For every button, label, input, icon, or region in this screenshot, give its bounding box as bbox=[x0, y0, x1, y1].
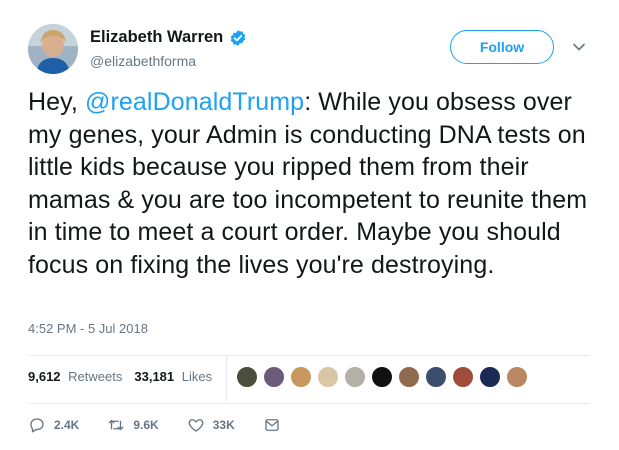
envelope-icon bbox=[265, 419, 279, 431]
liker-avatar[interactable] bbox=[236, 366, 258, 388]
likes-stat[interactable]: 33,181 Likes bbox=[134, 369, 212, 384]
liker-avatar[interactable] bbox=[452, 366, 474, 388]
verified-badge-icon bbox=[231, 29, 246, 46]
liker-avatar[interactable] bbox=[344, 366, 366, 388]
like-count: 33K bbox=[212, 418, 235, 432]
reply-count: 2.4K bbox=[54, 418, 80, 432]
liker-avatar[interactable] bbox=[398, 366, 420, 388]
follow-button[interactable]: Follow bbox=[450, 30, 554, 64]
engagement-stats: 9,612 Retweets 33,181 Likes bbox=[28, 369, 224, 384]
author-name[interactable]: Elizabeth Warren bbox=[90, 28, 223, 47]
heart-icon bbox=[188, 419, 204, 432]
divider-bottom bbox=[28, 403, 590, 404]
liker-avatar[interactable] bbox=[263, 366, 285, 388]
liker-avatar[interactable] bbox=[371, 366, 393, 388]
reply-button[interactable]: 2.4K bbox=[28, 416, 79, 434]
reply-icon bbox=[30, 418, 44, 433]
liker-avatar[interactable] bbox=[479, 366, 501, 388]
likes-label: Likes bbox=[181, 369, 213, 384]
retweets-label: Retweets bbox=[68, 369, 123, 384]
author-handle[interactable]: @elizabethforma bbox=[90, 53, 196, 69]
tweet-text-body: : While you obsess over my genes, your A… bbox=[28, 88, 588, 279]
retweet-icon bbox=[108, 419, 124, 431]
likes-count: 33,181 bbox=[134, 369, 175, 384]
liker-avatar[interactable] bbox=[290, 366, 312, 388]
tweet-actions: 2.4K 9.6K 33K bbox=[28, 416, 309, 434]
mention-link[interactable]: @realDonaldTrump bbox=[85, 88, 304, 116]
stats-separator bbox=[226, 356, 227, 402]
chevron-down-icon[interactable] bbox=[572, 40, 586, 54]
retweets-count: 9,612 bbox=[28, 369, 61, 384]
liker-avatar[interactable] bbox=[506, 366, 528, 388]
liker-avatar[interactable] bbox=[425, 366, 447, 388]
author-name-row[interactable]: Elizabeth Warren bbox=[90, 28, 247, 47]
avatar[interactable] bbox=[28, 24, 78, 74]
tweet-card: Elizabeth Warren @elizabethforma Follow … bbox=[0, 0, 619, 450]
liker-avatar[interactable] bbox=[317, 366, 339, 388]
retweet-button[interactable]: 9.6K bbox=[107, 416, 159, 434]
tweet-text-prefix: Hey, bbox=[28, 88, 85, 116]
liker-avatars bbox=[236, 366, 533, 388]
retweets-stat[interactable]: 9,612 Retweets bbox=[28, 369, 122, 384]
retweet-count: 9.6K bbox=[133, 418, 159, 432]
direct-message-button[interactable] bbox=[263, 416, 281, 434]
divider-top bbox=[28, 355, 590, 356]
tweet-text: Hey, @realDonaldTrump: While you obsess … bbox=[28, 86, 598, 282]
tweet-timestamp[interactable]: 4:52 PM - 5 Jul 2018 bbox=[28, 321, 148, 336]
like-button[interactable]: 33K bbox=[187, 416, 235, 434]
